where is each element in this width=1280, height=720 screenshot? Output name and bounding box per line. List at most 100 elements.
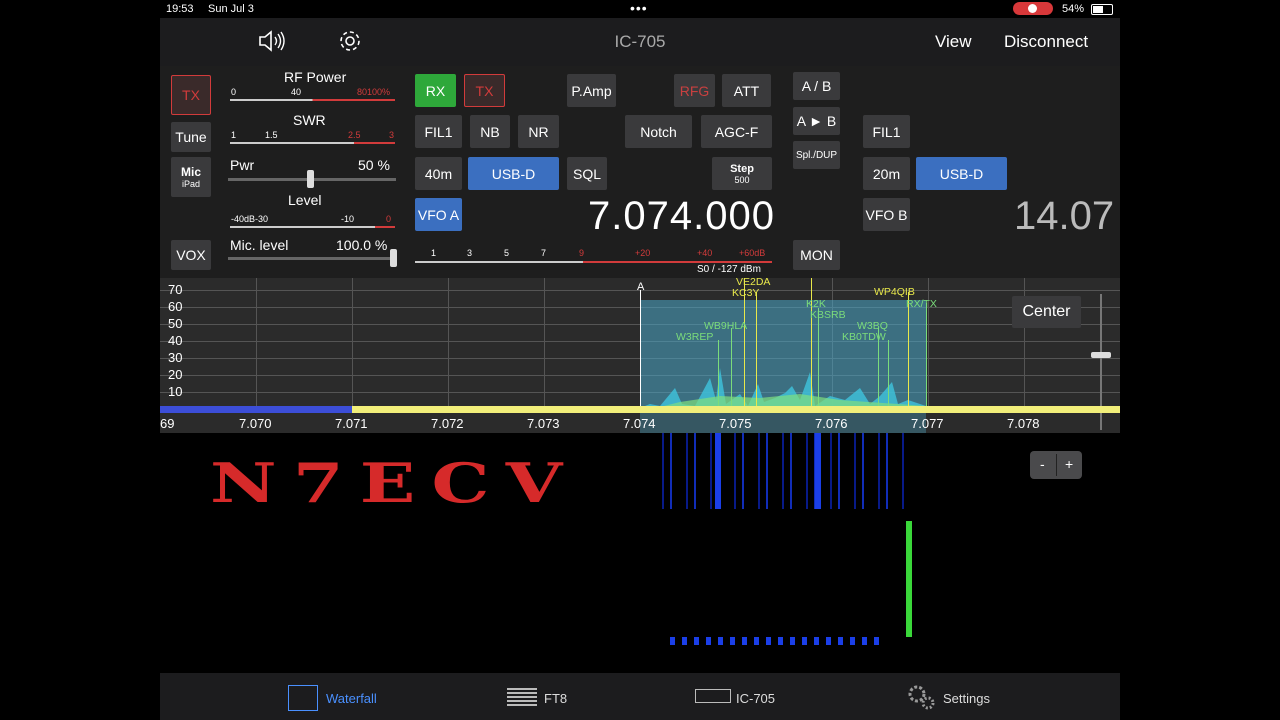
zoom-control: - + xyxy=(1030,451,1082,479)
db-label-10: 10 xyxy=(168,384,183,399)
rf-scale-40: 40 xyxy=(291,87,302,97)
settings-tab-icon[interactable] xyxy=(906,683,936,711)
sub-frequency[interactable]: 14.07 xyxy=(1014,194,1114,239)
spectrum-trace xyxy=(640,368,926,408)
callsign-w3rep[interactable]: W3REP xyxy=(676,331,713,343)
tx-button[interactable]: TX xyxy=(171,75,211,115)
rfg-button[interactable]: RFG xyxy=(674,74,715,107)
multitask-dots-icon[interactable]: ••• xyxy=(630,0,648,16)
sql-button[interactable]: SQL xyxy=(567,157,607,190)
rf-scale-100: 80100% xyxy=(357,87,391,97)
db-label-50: 50 xyxy=(168,316,183,331)
s-scale-20: +20 xyxy=(635,248,651,258)
n7ecv-logo: N7ECV xyxy=(210,451,579,515)
fil1-button[interactable]: FIL1 xyxy=(415,115,462,148)
nav-bar: IC-705 View Disconnect xyxy=(160,18,1120,66)
ref-level-thumb[interactable] xyxy=(1091,352,1111,358)
nb-button[interactable]: NB xyxy=(470,115,510,148)
callsign-kb0tdw[interactable]: KB0TDW xyxy=(842,331,886,343)
sub-mode-button[interactable]: USB-D xyxy=(916,157,1007,190)
level-scale-10: -10 xyxy=(341,214,355,224)
mon-button[interactable]: MON xyxy=(793,240,840,270)
band-button[interactable]: 40m xyxy=(415,157,462,190)
level-label: Level xyxy=(288,192,322,208)
mic-level-value: 100.0 % xyxy=(336,237,388,253)
db-label-70: 70 xyxy=(168,282,183,297)
callsign-wp4qib[interactable]: WP4QIB xyxy=(874,286,915,298)
main-frequency[interactable]: 7.074.000 xyxy=(588,194,775,239)
status-date: Sun Jul 3 xyxy=(208,3,254,15)
rf-power-meter xyxy=(230,99,395,101)
swr-scale-1: 1 xyxy=(231,130,237,140)
freq-label-7074: 7.074 xyxy=(623,416,656,431)
notch-button[interactable]: Notch xyxy=(625,115,692,148)
band-segment-data xyxy=(352,406,1120,413)
level-meter xyxy=(230,226,395,228)
tab-settings[interactable]: Settings xyxy=(943,691,990,706)
control-panel: TX Tune Mic iPad VOX RF Power 0 40 80100… xyxy=(160,66,1120,278)
tune-button[interactable]: Tune xyxy=(171,122,211,152)
db-label-60: 60 xyxy=(168,299,183,314)
waterfall-tab-icon[interactable] xyxy=(288,685,318,711)
radio-tab-icon[interactable] xyxy=(695,689,731,703)
sub-fil1-button[interactable]: FIL1 xyxy=(863,115,910,148)
freq-label-7069: 69 xyxy=(160,416,175,431)
agc-button[interactable]: AGC-F xyxy=(701,115,772,148)
preamp-button[interactable]: P.Amp xyxy=(567,74,616,107)
freq-label-7077: 7.077 xyxy=(911,416,944,431)
callsign-kc3y[interactable]: KC3Y xyxy=(732,287,759,299)
att-button[interactable]: ATT xyxy=(722,74,771,107)
tab-waterfall[interactable]: Waterfall xyxy=(326,691,377,706)
waterfall-display[interactable]: N7ECV - + xyxy=(160,433,1120,673)
swr-scale-15: 1.5 xyxy=(265,130,278,140)
pwr-slider-thumb[interactable] xyxy=(307,170,314,188)
swr-label: SWR xyxy=(293,112,326,128)
vfo-b-button[interactable]: VFO B xyxy=(863,198,910,231)
callsign-kbsrb[interactable]: KBSRB xyxy=(810,309,846,321)
vfo-a-button[interactable]: VFO A xyxy=(415,198,462,231)
rf-power-label: RF Power xyxy=(284,69,347,85)
mic-level-slider-thumb[interactable] xyxy=(390,249,397,267)
rx-button[interactable]: RX xyxy=(415,74,456,107)
zoom-out-button[interactable]: - xyxy=(1040,456,1045,472)
center-button[interactable]: Center xyxy=(1012,296,1081,328)
step-label: Step xyxy=(730,162,754,175)
callsign-rxtx[interactable]: RX/TX xyxy=(906,298,937,310)
zoom-in-button[interactable]: + xyxy=(1065,456,1073,472)
disconnect-button[interactable]: Disconnect xyxy=(1004,32,1088,52)
mic-level-slider[interactable] xyxy=(228,249,397,267)
waterfall-tx-trace xyxy=(906,521,912,637)
rf-scale-0: 0 xyxy=(231,87,237,97)
mic-level-label: Mic. level xyxy=(230,237,289,253)
waterfall-signals xyxy=(656,433,906,509)
level-scale-0: 0 xyxy=(386,214,392,224)
s-meter: 1 3 5 7 9 +20 +40 +60dB xyxy=(415,248,772,263)
pwr-slider[interactable] xyxy=(228,170,396,188)
nr-button[interactable]: NR xyxy=(518,115,559,148)
vox-button[interactable]: VOX xyxy=(171,240,211,270)
mic-label: Mic xyxy=(180,165,201,179)
marker-a: A xyxy=(637,281,645,293)
tab-ic705[interactable]: IC-705 xyxy=(736,691,775,706)
spectrum-scope[interactable]: 70 60 50 40 30 20 10 A VE2DA KC3Y K2K KB… xyxy=(160,278,1120,433)
freq-label-7072: 7.072 xyxy=(431,416,464,431)
sub-band-button[interactable]: 20m xyxy=(863,157,910,190)
freq-label-7071: 7.071 xyxy=(335,416,368,431)
a-b-swap-button[interactable]: A / B xyxy=(793,72,840,100)
split-dup-button[interactable]: Spl./DUP xyxy=(793,141,840,169)
level-scale-40: -40dB-30 xyxy=(231,214,269,224)
s-scale-7: 7 xyxy=(541,248,547,258)
view-button[interactable]: View xyxy=(935,32,972,52)
ft8-tab-icon[interactable] xyxy=(507,688,537,706)
mode-button[interactable]: USB-D xyxy=(468,157,559,190)
s-scale-1: 1 xyxy=(431,248,437,258)
step-button[interactable]: Step 500 xyxy=(712,157,772,190)
a-to-b-button[interactable]: A ► B xyxy=(793,107,840,135)
recording-icon xyxy=(1013,2,1053,15)
pwr-value: 50 % xyxy=(358,157,390,173)
tx-vfo-button[interactable]: TX xyxy=(464,74,505,107)
tab-ft8[interactable]: FT8 xyxy=(544,691,567,706)
tab-bar: Waterfall FT8 IC-705 Settings xyxy=(160,673,1120,720)
freq-label-7070: 7.070 xyxy=(239,416,272,431)
mic-source-button[interactable]: Mic iPad xyxy=(171,157,211,197)
